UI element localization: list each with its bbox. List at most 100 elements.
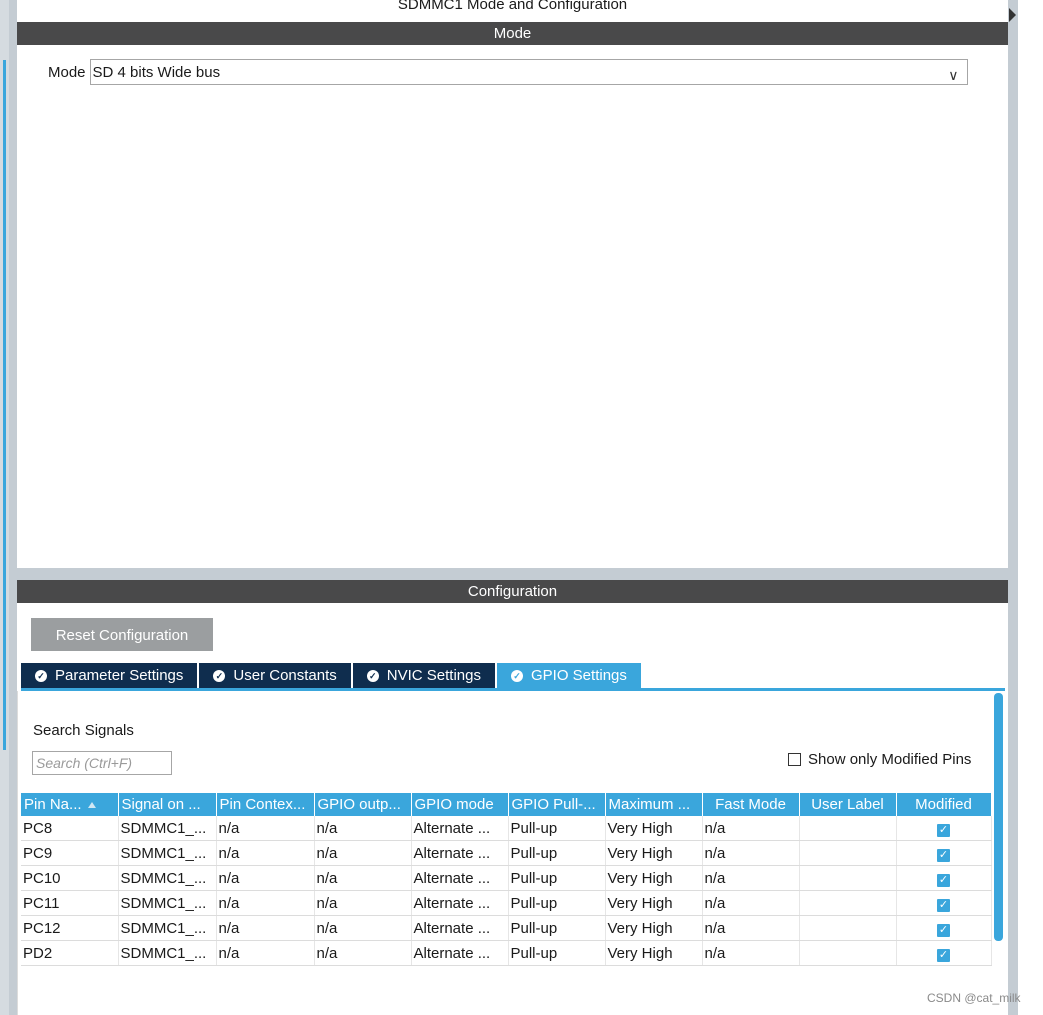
gpio-output-cell[interactable]: n/a — [314, 840, 412, 866]
column-header-user-label[interactable]: User Label — [799, 793, 897, 816]
pin-context-cell[interactable]: n/a — [216, 890, 315, 916]
checkbox-checked-icon: ✓ — [937, 848, 950, 862]
section-divider[interactable] — [17, 568, 1008, 580]
checkbox-checked-icon: ✓ — [937, 948, 950, 962]
signal-cell[interactable]: SDMMC1_... — [118, 940, 217, 966]
max-speed-cell[interactable]: Very High — [605, 865, 703, 891]
signal-cell[interactable]: SDMMC1_... — [118, 915, 217, 941]
table-row[interactable]: PC12 SDMMC1_... n/a n/a Alternate ... Pull-up… — [21, 915, 992, 941]
gpio-output-cell[interactable]: n/a — [314, 940, 412, 966]
mode-row: Mode SD 4 bits Wide bus ∨ — [48, 58, 968, 86]
column-header-gpio-output[interactable]: GPIO outp... — [314, 793, 412, 816]
gpio-output-cell[interactable]: n/a — [314, 915, 412, 941]
column-header-fast-mode[interactable]: Fast Mode — [702, 793, 800, 816]
check-circle-icon: ✓ — [35, 670, 47, 682]
max-speed-cell[interactable]: Very High — [605, 840, 703, 866]
show-modified-toggle[interactable]: Show only Modified Pins — [788, 751, 971, 768]
user-label-cell[interactable] — [799, 865, 897, 891]
fast-mode-cell[interactable]: n/a — [702, 865, 800, 891]
fast-mode-cell[interactable]: n/a — [702, 890, 800, 916]
check-circle-icon: ✓ — [366, 670, 379, 682]
reset-configuration-button[interactable]: Reset Configuration — [31, 618, 213, 651]
mode-select-value: SD 4 bits Wide bus — [92, 64, 221, 81]
show-modified-checkbox[interactable] — [788, 753, 801, 766]
pin-context-cell[interactable]: n/a — [216, 840, 315, 866]
fast-mode-cell[interactable]: n/a — [702, 940, 800, 966]
search-signals-label: Search Signals — [33, 722, 134, 739]
fast-mode-cell[interactable]: n/a — [702, 840, 800, 866]
frame-right-border[interactable] — [1008, 0, 1018, 1015]
max-speed-cell[interactable]: Very High — [605, 915, 703, 941]
mode-section-header: Mode — [17, 22, 1008, 45]
pin-name-cell[interactable]: PD2 — [21, 940, 119, 966]
max-speed-cell[interactable]: Very High — [605, 890, 703, 916]
signal-cell[interactable]: SDMMC1_... — [118, 816, 217, 841]
vertical-scrollbar[interactable] — [994, 693, 1003, 941]
pin-context-cell[interactable]: n/a — [216, 915, 315, 941]
user-label-cell[interactable] — [799, 816, 897, 841]
tab-underline — [21, 688, 1005, 691]
pin-context-cell[interactable]: n/a — [216, 816, 315, 841]
sort-ascending-icon[interactable] — [87, 802, 96, 809]
table-row[interactable]: PC11 SDMMC1_... n/a n/a Alternate ... Pull-up… — [21, 890, 992, 916]
table-row[interactable]: PC9 SDMMC1_... n/a n/a Alternate ... Pull-up V… — [21, 840, 992, 866]
max-speed-cell[interactable]: Very High — [605, 940, 703, 966]
max-speed-cell[interactable]: Very High — [605, 816, 703, 841]
gpio-pull-cell[interactable]: Pull-up — [508, 890, 606, 916]
table-row[interactable]: PD2 SDMMC1_... n/a n/a Alternate ... Pull-up V… — [21, 940, 992, 966]
user-label-cell[interactable] — [799, 915, 897, 941]
checkbox-checked-icon: ✓ — [937, 923, 950, 937]
pin-name-cell[interactable]: PC8 — [21, 816, 119, 841]
pin-context-cell[interactable]: n/a — [216, 865, 315, 891]
modified-cell: ✓ — [896, 840, 992, 866]
gpio-output-cell[interactable]: n/a — [314, 865, 412, 891]
tab-parameter-settings[interactable]: ✓ Parameter Settings — [21, 663, 198, 689]
gpio-pull-cell[interactable]: Pull-up — [508, 840, 606, 866]
user-label-cell[interactable] — [799, 890, 897, 916]
pin-name-cell[interactable]: PC12 — [21, 915, 119, 941]
gpio-pull-cell[interactable]: Pull-up — [508, 816, 606, 841]
column-header-gpio-mode[interactable]: GPIO mode — [411, 793, 509, 816]
gpio-output-cell[interactable]: n/a — [314, 890, 412, 916]
mode-select[interactable]: SD 4 bits Wide bus ∨ — [89, 59, 968, 88]
watermark: CSDN @cat_milk — [927, 991, 1021, 1005]
gpio-mode-cell[interactable]: Alternate ... — [411, 816, 509, 841]
tab-nvic-settings[interactable]: ✓ NVIC Settings — [352, 663, 495, 689]
user-label-cell[interactable] — [799, 940, 897, 966]
gpio-output-cell[interactable]: n/a — [314, 816, 412, 841]
column-header-pin-context[interactable]: Pin Contex... — [216, 793, 315, 816]
column-header-maximum-speed[interactable]: Maximum ... — [605, 793, 703, 816]
column-header-signal[interactable]: Signal on ... — [118, 793, 217, 816]
gpio-pull-cell[interactable]: Pull-up — [508, 915, 606, 941]
tab-label: Parameter Settings — [55, 667, 184, 684]
mode-label: Mode — [48, 63, 86, 81]
gpio-mode-cell[interactable]: Alternate ... — [411, 840, 509, 866]
signal-cell[interactable]: SDMMC1_... — [118, 840, 217, 866]
pin-name-cell[interactable]: PC9 — [21, 840, 119, 866]
table-row[interactable]: PC8 SDMMC1_... n/a n/a Alternate ... Pull-up V… — [21, 816, 992, 841]
fast-mode-cell[interactable]: n/a — [702, 816, 800, 841]
pin-name-cell[interactable]: PC10 — [21, 865, 119, 891]
column-header-pin-name[interactable]: Pin Na... — [21, 793, 119, 816]
fast-mode-cell[interactable]: n/a — [702, 915, 800, 941]
pin-name-cell[interactable]: PC11 — [21, 890, 119, 916]
column-header-gpio-pull[interactable]: GPIO Pull-... — [508, 793, 606, 816]
tab-user-constants[interactable]: ✓ User Constants — [199, 663, 351, 689]
tab-gpio-settings[interactable]: ✓ GPIO Settings — [497, 663, 641, 689]
gpio-mode-cell[interactable]: Alternate ... — [411, 915, 509, 941]
gpio-pull-cell[interactable]: Pull-up — [508, 940, 606, 966]
user-label-cell[interactable] — [799, 840, 897, 866]
gpio-mode-cell[interactable]: Alternate ... — [411, 890, 509, 916]
collapse-arrow-icon[interactable] — [1009, 8, 1016, 22]
gpio-pull-cell[interactable]: Pull-up — [508, 865, 606, 891]
configuration-section-header: Configuration — [17, 580, 1008, 603]
chevron-down-icon[interactable]: ∨ — [948, 62, 958, 88]
gpio-mode-cell[interactable]: Alternate ... — [411, 865, 509, 891]
table-row[interactable]: PC10 SDMMC1_... n/a n/a Alternate ... Pull-up… — [21, 865, 992, 891]
gpio-mode-cell[interactable]: Alternate ... — [411, 940, 509, 966]
signal-cell[interactable]: SDMMC1_... — [118, 865, 217, 891]
pin-context-cell[interactable]: n/a — [216, 940, 315, 966]
signal-cell[interactable]: SDMMC1_... — [118, 890, 217, 916]
search-signals-input[interactable] — [32, 751, 172, 775]
column-header-modified[interactable]: Modified — [896, 793, 992, 816]
